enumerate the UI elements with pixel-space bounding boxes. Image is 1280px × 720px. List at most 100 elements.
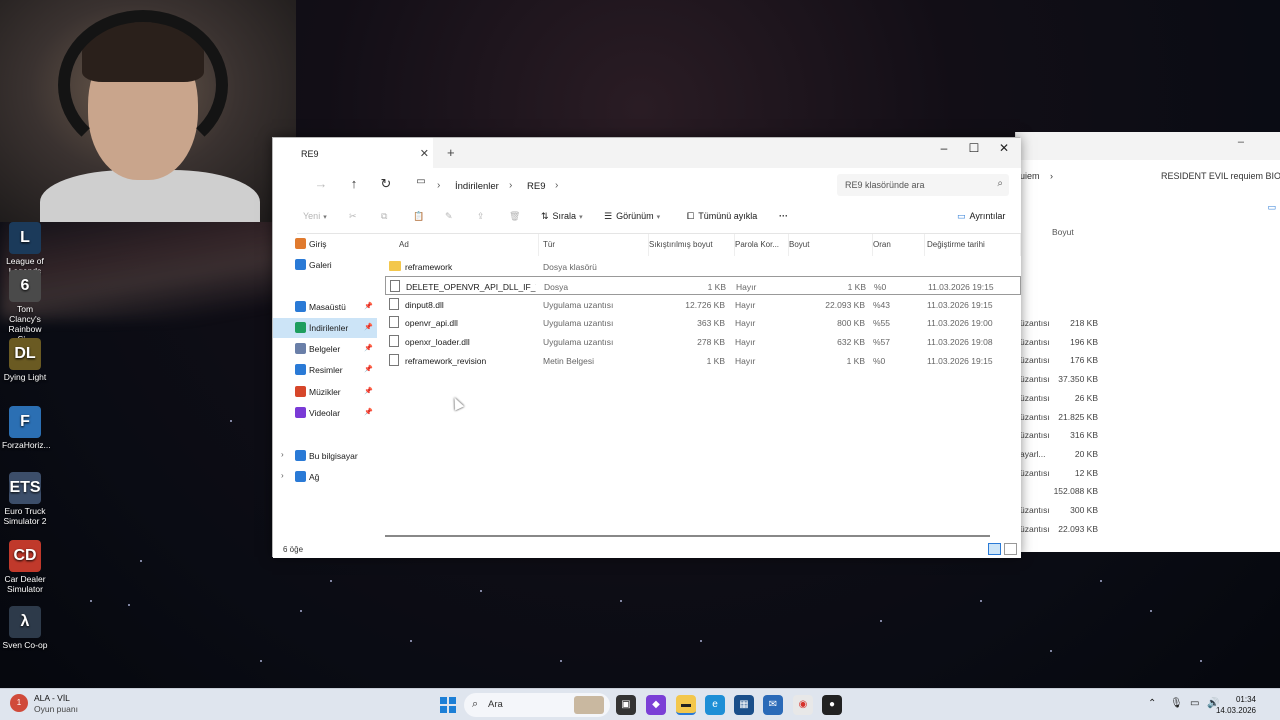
column-header[interactable]: Sıkıştırılmış boyut bbox=[649, 234, 735, 256]
file-row[interactable]: reframework Dosya klasörü bbox=[385, 257, 1021, 276]
paste-icon[interactable]: 📋 bbox=[413, 211, 424, 222]
sidebar-item[interactable]: Belgeler 📌 bbox=[273, 339, 377, 359]
bg-file-row[interactable]: üzantısı 22.093 KB bbox=[1016, 524, 1280, 542]
sidebar-item[interactable]: › Ağ bbox=[273, 467, 377, 487]
bg-file-row[interactable]: ayarl... 20 KB bbox=[1016, 449, 1280, 467]
bg-file-row[interactable]: üzantısı 26 KB bbox=[1016, 393, 1280, 411]
column-header[interactable]: Tür bbox=[543, 234, 649, 256]
tab-re9[interactable]: RE9 ✕ bbox=[273, 138, 433, 168]
share-icon[interactable]: ⇪ bbox=[477, 211, 485, 222]
maximize-button[interactable]: ☐ bbox=[959, 138, 989, 168]
copy-icon[interactable]: ⧉ bbox=[381, 211, 387, 222]
column-header[interactable]: Oran bbox=[873, 234, 925, 256]
sidebar-item[interactable]: Resimler 📌 bbox=[273, 360, 377, 380]
microphone-icon[interactable]: 🎙 bbox=[1170, 698, 1183, 709]
store-app-icon[interactable]: ◆ bbox=[646, 695, 666, 715]
widgets-button[interactable]: 1 ALA - VİL Oyun puanı bbox=[10, 693, 78, 715]
rename-icon[interactable]: ✎ bbox=[445, 211, 453, 222]
sidebar-item[interactable]: Giriş bbox=[273, 234, 377, 254]
up-arrow-icon[interactable]: ↑ bbox=[344, 176, 364, 196]
outlook-icon[interactable]: ✉ bbox=[763, 695, 783, 715]
breadcrumb-downloads[interactable]: İndirilenler bbox=[455, 181, 499, 192]
file-size: 1 KB bbox=[847, 281, 866, 292]
clock[interactable]: 01:34 14.03.2026 bbox=[1216, 694, 1256, 716]
bg-file-row[interactable]: üzantısı 37.350 KB bbox=[1016, 374, 1280, 392]
bg-file-row[interactable]: üzantısı 316 KB bbox=[1016, 430, 1280, 448]
delete-icon[interactable]: 🗑 bbox=[509, 211, 520, 222]
horizontal-scrollbar[interactable] bbox=[385, 535, 990, 537]
edge-icon[interactable]: e bbox=[705, 695, 725, 715]
start-button[interactable] bbox=[440, 697, 456, 713]
desktop-shortcut[interactable]: ETS Euro Truck Simulator 2 bbox=[2, 472, 48, 526]
bg-col-size[interactable]: Boyut bbox=[1052, 227, 1074, 237]
chevron-right-icon[interactable]: › bbox=[281, 471, 284, 480]
column-header[interactable]: Ad bbox=[399, 234, 539, 256]
file-row[interactable]: reframework_revision Metin Belgesi 1 KB Hay… bbox=[385, 351, 1021, 370]
large-icons-view-icon[interactable] bbox=[1004, 543, 1017, 555]
chrome-icon[interactable]: ◉ bbox=[793, 695, 813, 715]
bg-file-row[interactable]: üzantısı 21.825 KB bbox=[1016, 412, 1280, 430]
details-pane-icon[interactable]: ▭ bbox=[1267, 202, 1276, 213]
forward-arrow-icon[interactable]: → bbox=[311, 176, 331, 196]
desktop-shortcut[interactable]: DL Dying Light bbox=[2, 338, 48, 382]
file-row[interactable]: openvr_api.dll Uygulama uzantısı 363 KB Hay… bbox=[385, 313, 1021, 332]
sort-button[interactable]: ⇅ Sırala ▾ bbox=[541, 211, 583, 222]
bg-file-row[interactable]: üzantısı 218 KB bbox=[1016, 318, 1280, 336]
bg-file-row[interactable]: 152.088 KB bbox=[1016, 486, 1280, 504]
network-icon[interactable]: ▭ bbox=[1190, 698, 1199, 709]
desktop-shortcut[interactable]: 6Tom Clancy's Rainbow Si... bbox=[2, 270, 48, 344]
chevron-right-icon[interactable]: › bbox=[509, 180, 512, 191]
taskbar-search[interactable]: ⌕ Ara bbox=[464, 693, 610, 717]
search-input[interactable]: RE9 klasöründe ara ⌕ bbox=[837, 174, 1009, 196]
chevron-up-icon[interactable]: ⌃ bbox=[1148, 698, 1156, 709]
column-header[interactable]: Değiştirme tarihi bbox=[927, 234, 1021, 256]
background-window-address[interactable]: uiem › RESIDENT EVIL requiem BIOH bbox=[1016, 162, 1280, 190]
close-window-button[interactable]: ✕ bbox=[989, 138, 1019, 168]
sidebar-item[interactable]: › Bu bilgisayar bbox=[273, 446, 377, 466]
sidebar-item[interactable]: Masaüstü 📌 bbox=[273, 297, 377, 317]
chevron-right-icon[interactable]: › bbox=[555, 180, 558, 191]
bg-file-row[interactable]: üzantısı 300 KB bbox=[1016, 505, 1280, 523]
new-button[interactable]: Yeni ▾ bbox=[303, 211, 327, 221]
desktop-shortcut[interactable]: F ForzaHoriz... bbox=[2, 406, 51, 450]
bg-breadcrumb-next[interactable]: RESIDENT EVIL requiem BIOH bbox=[1161, 171, 1280, 181]
sidebar-item[interactable]: Galeri bbox=[273, 255, 377, 275]
view-button[interactable]: ☰ Görünüm ▾ bbox=[604, 211, 660, 222]
sidebar-item[interactable]: Videolar 📌 bbox=[273, 403, 377, 423]
background-window-titlebar[interactable]: – bbox=[1016, 132, 1280, 160]
chevron-right-icon[interactable]: › bbox=[281, 450, 284, 459]
task-view-icon[interactable]: ▣ bbox=[616, 695, 636, 715]
column-header[interactable]: Parola Kor... bbox=[735, 234, 789, 256]
refresh-icon[interactable]: ↻ bbox=[376, 176, 396, 196]
sidebar-item[interactable]: İndirilenler 📌 bbox=[273, 318, 377, 338]
game-launcher-icon[interactable]: ● bbox=[822, 695, 842, 715]
desktop-shortcut[interactable]: CD Car Dealer Simulator bbox=[2, 540, 48, 594]
bg-file-row[interactable]: üzantısı 12 KB bbox=[1016, 468, 1280, 486]
select-none-button[interactable]: ⧠ Tümünü ayıkla bbox=[687, 211, 757, 222]
chevron-right-icon[interactable]: › bbox=[437, 180, 440, 191]
new-tab-button[interactable]: + bbox=[447, 145, 455, 160]
details-view-icon[interactable] bbox=[988, 543, 1001, 555]
details-button[interactable]: ▭ Ayrıntılar bbox=[957, 211, 1005, 222]
sidebar-item[interactable]: Müzikler 📌 bbox=[273, 382, 377, 402]
bg-breadcrumb-tail[interactable]: uiem bbox=[1020, 171, 1040, 181]
bg-file-row[interactable]: üzantısı 176 KB bbox=[1016, 355, 1280, 373]
microsoft-store-icon[interactable]: ▦ bbox=[734, 695, 754, 715]
file-row[interactable]: dinput8.dll Uygulama uzantısı 12.726 KB Hay… bbox=[385, 295, 1021, 314]
cut-icon[interactable]: ✂ bbox=[349, 211, 357, 222]
explorer-window[interactable]: RE9 ✕ + – ☐ ✕ → ↑ ↻ ▭ › İndirilenler › R… bbox=[272, 137, 1021, 558]
monitor-icon[interactable]: ▭ bbox=[411, 176, 431, 196]
file-explorer-icon[interactable]: ▬ bbox=[676, 695, 696, 715]
minimize-icon[interactable]: – bbox=[1238, 136, 1244, 148]
bg-file-row[interactable]: üzantısı 196 KB bbox=[1016, 337, 1280, 355]
close-tab-icon[interactable]: ✕ bbox=[420, 147, 429, 160]
minimize-button[interactable]: – bbox=[929, 138, 959, 168]
breadcrumb-re9[interactable]: RE9 bbox=[527, 181, 545, 192]
desktop-shortcut[interactable]: λ Sven Co-op bbox=[2, 606, 48, 650]
file-row[interactable]: openxr_loader.dll Uygulama uzantısı 278 KB… bbox=[385, 332, 1021, 351]
background-explorer-window[interactable]: – uiem › RESIDENT EVIL requiem BIOH ▭ Bo… bbox=[1015, 132, 1280, 552]
desktop-shortcut[interactable]: LLeague of Legends bbox=[2, 222, 48, 276]
file-row[interactable]: DELETE_OPENVR_API_DLL_IF_YOU_... Dosya 1 K… bbox=[385, 275, 1021, 295]
column-header[interactable]: Boyut bbox=[789, 234, 873, 256]
more-options-button[interactable]: ··· bbox=[779, 211, 788, 221]
